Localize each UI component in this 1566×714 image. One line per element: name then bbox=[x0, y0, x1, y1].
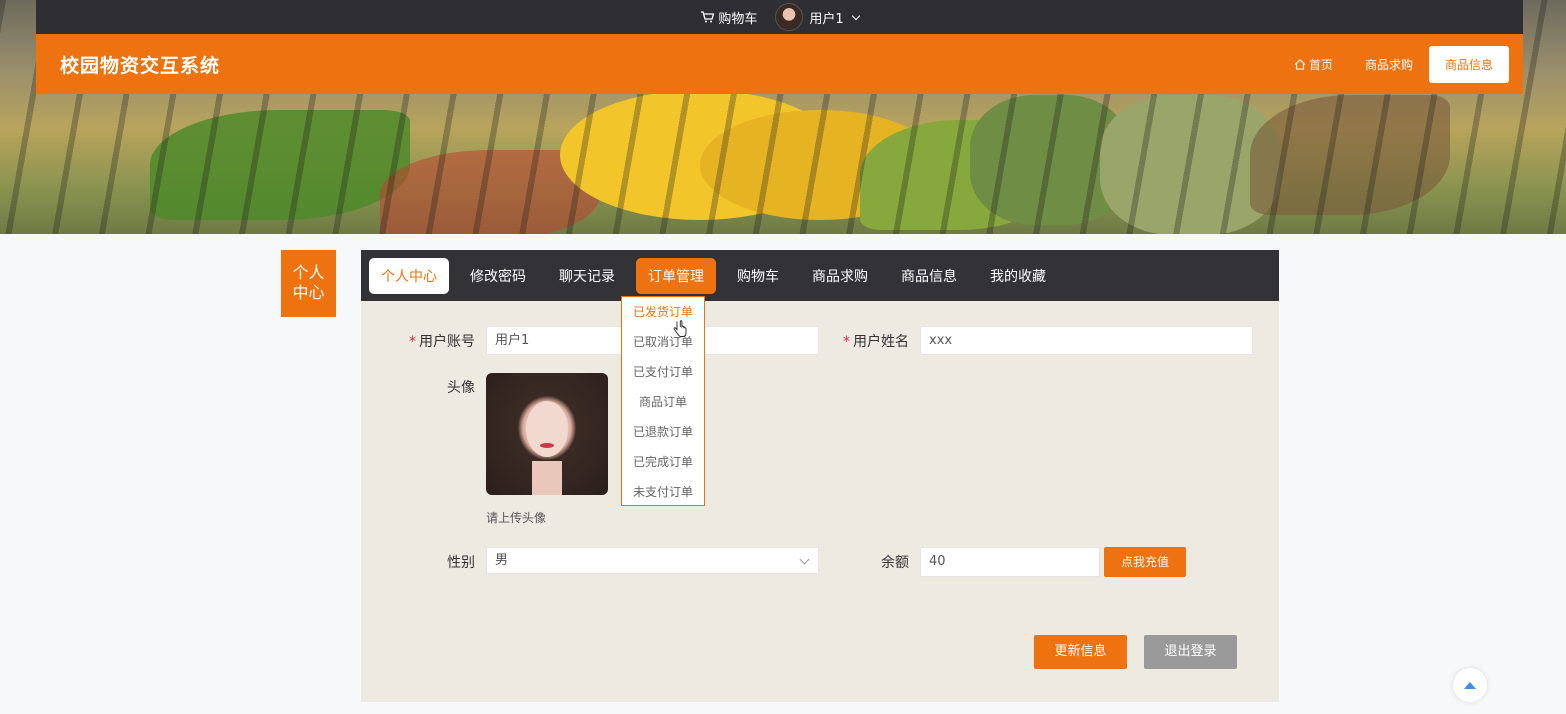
balance-label: 余额 bbox=[881, 555, 909, 571]
profile-panel bbox=[361, 301, 1279, 702]
dropdown-item-product-orders[interactable]: 商品订单 bbox=[622, 387, 704, 417]
chevron-down-icon bbox=[799, 554, 810, 565]
nav-home[interactable]: 首页 bbox=[1294, 56, 1333, 73]
user-name: 用户1 bbox=[809, 11, 844, 27]
cart-icon bbox=[701, 11, 715, 23]
dropdown-item-shipped[interactable]: 已发货订单 bbox=[622, 297, 704, 327]
tab-my-favorites[interactable]: 我的收藏 bbox=[978, 258, 1058, 294]
tab-personal-center[interactable]: 个人中心 bbox=[369, 257, 449, 294]
hand-cursor-icon bbox=[673, 320, 687, 337]
personal-center-label: 个人 中心 bbox=[281, 250, 336, 317]
site-title: 校园物资交互系统 bbox=[60, 54, 221, 77]
nav-product-info-label: 商品信息 bbox=[1444, 57, 1493, 72]
gender-label: 性别 bbox=[447, 555, 475, 571]
logout-button[interactable]: 退出登录 bbox=[1144, 635, 1237, 669]
main-nav: 首页 商品求购 商品信息 bbox=[1294, 45, 1509, 83]
tab-order-management[interactable]: 订单管理 bbox=[636, 257, 716, 294]
tab-bar: 个人中心 修改密码 聊天记录 订单管理 购物车 商品求购 商品信息 我的收藏 bbox=[361, 250, 1279, 301]
dropdown-item-unpaid[interactable]: 未支付订单 bbox=[622, 477, 704, 507]
cart-link[interactable]: 购物车 bbox=[700, 8, 757, 27]
side-label-line2: 中心 bbox=[292, 283, 325, 302]
gender-value: 男 bbox=[495, 553, 509, 568]
avatar-upload[interactable] bbox=[486, 373, 608, 495]
nav-home-label: 首页 bbox=[1308, 57, 1333, 72]
name-label: * 用户姓名 bbox=[843, 334, 909, 350]
dropdown-item-refunded[interactable]: 已退款订单 bbox=[622, 417, 704, 447]
dropdown-item-cancelled[interactable]: 已取消订单 bbox=[622, 327, 704, 357]
tab-change-password[interactable]: 修改密码 bbox=[458, 258, 538, 294]
tab-chat-history[interactable]: 聊天记录 bbox=[547, 258, 627, 294]
tab-purchase-request[interactable]: 商品求购 bbox=[800, 258, 880, 294]
name-field[interactable]: xxx bbox=[920, 326, 1253, 355]
top-bar: 购物车 用户1 bbox=[36, 0, 1523, 34]
tab-cart[interactable]: 购物车 bbox=[725, 258, 791, 294]
user-menu[interactable]: 用户1 bbox=[775, 3, 860, 31]
account-label: * 用户账号 bbox=[409, 334, 475, 350]
home-icon bbox=[1294, 58, 1306, 70]
nav-product-info[interactable]: 商品信息 bbox=[1428, 45, 1509, 83]
avatar bbox=[775, 3, 804, 31]
balance-field[interactable]: 40 bbox=[920, 547, 1100, 577]
dropdown-item-paid[interactable]: 已支付订单 bbox=[622, 357, 704, 387]
update-info-button[interactable]: 更新信息 bbox=[1034, 635, 1127, 669]
arrow-up-icon bbox=[1464, 681, 1476, 689]
gender-select[interactable]: 男 bbox=[486, 547, 819, 574]
site-header: 校园物资交互系统 首页 商品求购 商品信息 bbox=[36, 34, 1523, 94]
back-to-top-button[interactable] bbox=[1453, 668, 1487, 702]
side-label-line1: 个人 bbox=[292, 263, 325, 282]
recharge-button[interactable]: 点我充值 bbox=[1104, 547, 1186, 577]
avatar-hint: 请上传头像 bbox=[486, 511, 547, 525]
chevron-down-icon bbox=[851, 11, 860, 20]
nav-purchase-request-label: 商品求购 bbox=[1364, 57, 1413, 72]
avatar-label: 头像 bbox=[447, 380, 475, 396]
cart-label: 购物车 bbox=[718, 11, 758, 27]
dropdown-item-completed[interactable]: 已完成订单 bbox=[622, 447, 704, 477]
tab-product-info[interactable]: 商品信息 bbox=[889, 258, 969, 294]
order-management-dropdown: 已发货订单 已取消订单 已支付订单 商品订单 已退款订单 已完成订单 未支付订单 bbox=[621, 296, 705, 506]
nav-purchase-request[interactable]: 商品求购 bbox=[1365, 56, 1413, 73]
